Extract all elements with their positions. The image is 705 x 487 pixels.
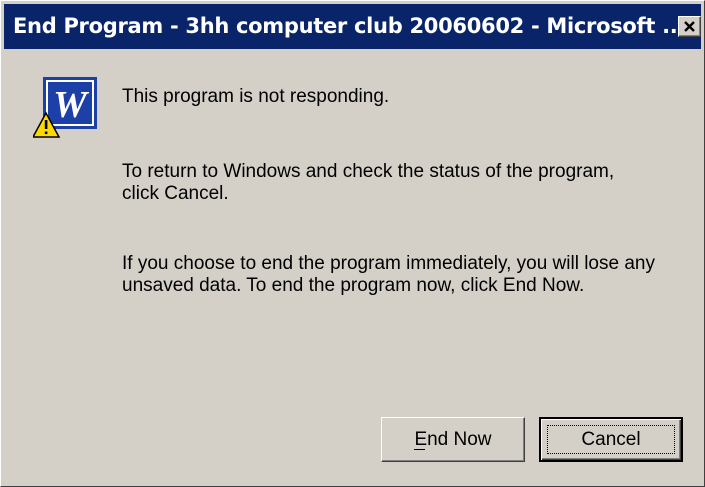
cancel-instruction-message: To return to Windows and check the statu… (122, 161, 615, 204)
title-bar[interactable]: End Program - 3hh computer club 20060602… (4, 4, 701, 49)
close-button[interactable] (678, 16, 701, 37)
end-program-dialog: End Program - 3hh computer club 20060602… (0, 0, 705, 487)
end-now-button[interactable]: End Now (381, 417, 525, 462)
word-w-warning-icon: W (33, 77, 97, 138)
not-responding-message: This program is not responding. (122, 86, 390, 107)
end-now-warning-message: If you choose to end the program immedia… (122, 253, 655, 296)
dialog-title: End Program - 3hh computer club 20060602… (13, 14, 686, 38)
svg-text:W: W (53, 84, 90, 126)
cancel-button[interactable]: Cancel (539, 417, 683, 462)
end-now-label: End Now (414, 428, 492, 450)
cancel-label: Cancel (581, 428, 641, 450)
close-x-icon (684, 20, 695, 32)
